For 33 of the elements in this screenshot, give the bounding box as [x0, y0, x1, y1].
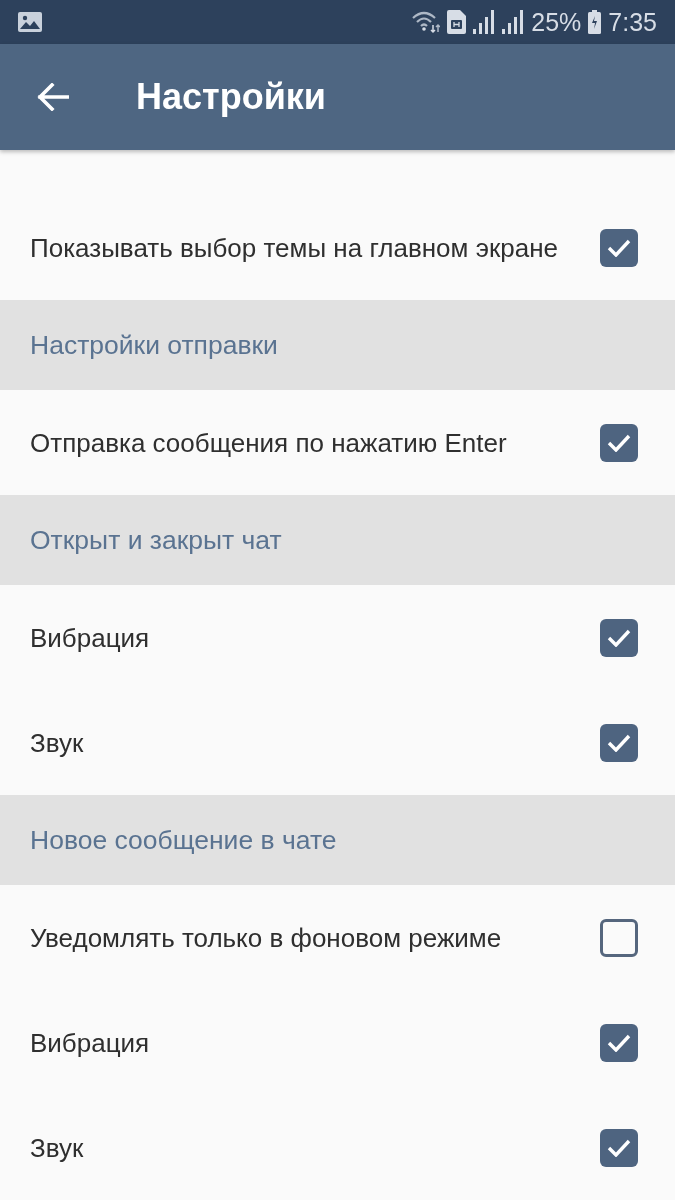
- checkbox[interactable]: [600, 1128, 638, 1167]
- wifi-icon: [412, 10, 441, 34]
- clock-time: 7:35: [608, 7, 657, 37]
- signal-icon: [502, 10, 525, 34]
- checkmark-icon: [607, 1138, 631, 1157]
- setting-label: Уведомлять только в фоновом режиме: [30, 921, 503, 954]
- setting-label: Звук: [30, 726, 85, 759]
- section-title: Новое сообщение в чате: [30, 824, 337, 856]
- checkbox[interactable]: [600, 423, 638, 462]
- setting-label: Звук: [30, 1131, 85, 1164]
- signal-icon: [473, 10, 496, 34]
- section-title: Открыт и закрыт чат: [30, 524, 282, 556]
- checkbox[interactable]: [600, 918, 638, 957]
- setting-label: Вибрация: [30, 621, 151, 654]
- checkbox[interactable]: [600, 723, 638, 762]
- battery-icon: [588, 10, 602, 34]
- image-icon: [18, 12, 42, 32]
- checkmark-icon: [607, 1033, 631, 1052]
- checkbox[interactable]: [600, 1023, 638, 1062]
- checkmark-icon: [607, 433, 631, 452]
- section-title: Настройки отправки: [30, 329, 278, 361]
- setting-label: Вибрация: [30, 1026, 151, 1059]
- setting-label: Показывать выбор темы на главном экране: [30, 231, 560, 264]
- checkmark-icon: [607, 628, 631, 647]
- checkbox[interactable]: [600, 228, 638, 267]
- screen-title: Настройки: [136, 75, 326, 119]
- sim-card-icon: [447, 10, 467, 34]
- back-arrow-icon: [37, 83, 69, 111]
- setting-label: Отправка сообщения по нажатию Enter: [30, 426, 508, 459]
- checkmark-icon: [607, 733, 631, 752]
- checkmark-icon: [607, 238, 631, 257]
- battery-level: 25%: [531, 7, 582, 37]
- checkbox[interactable]: [600, 618, 638, 657]
